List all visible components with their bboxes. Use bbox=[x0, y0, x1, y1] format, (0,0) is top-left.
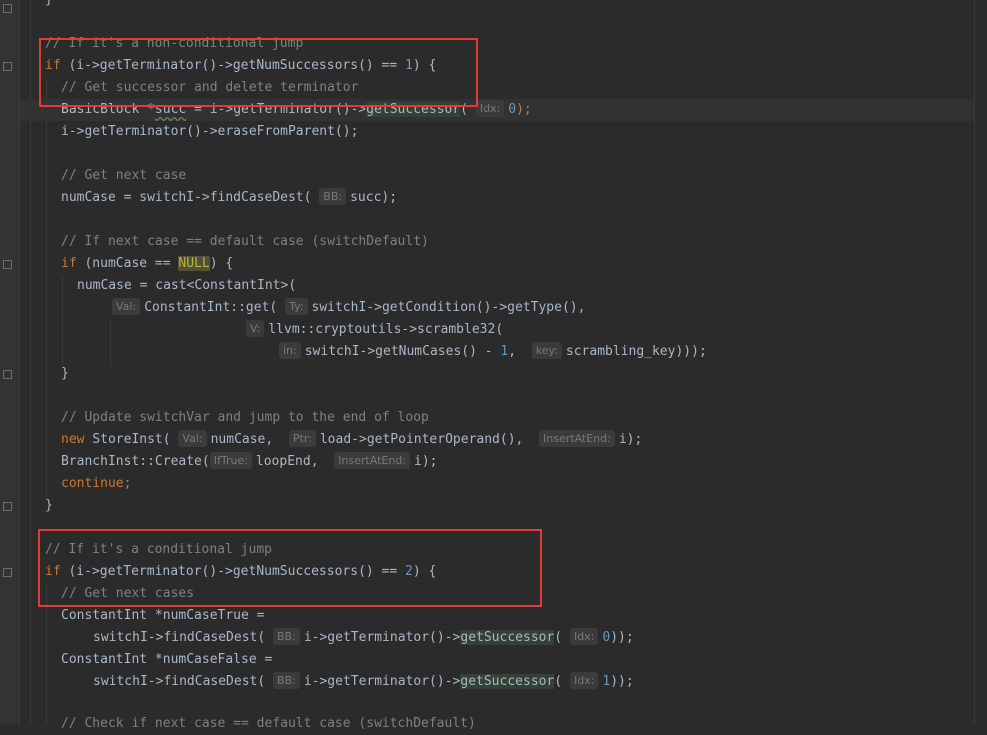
code-line[interactable]: Val: ConstantInt::get( Ty: switchI->getCon… bbox=[112, 297, 585, 319]
code-line[interactable]: BranchInst::Create(IfTrue: loopEnd, Inser… bbox=[61, 451, 437, 473]
indent-guide bbox=[62, 276, 63, 366]
parameter-hint: V: bbox=[246, 320, 265, 337]
keyword: new bbox=[61, 432, 85, 447]
parameter-hint: key: bbox=[531, 342, 562, 359]
parameter-hint: Ptr: bbox=[288, 430, 316, 447]
code-line[interactable]: numCase = switchI->findCaseDest( BB: succ… bbox=[61, 187, 397, 209]
parameter-hint: Idx: bbox=[569, 672, 599, 689]
annotation-highlight-box bbox=[39, 38, 478, 107]
code-line[interactable]: switchI->findCaseDest( BB: i->getTerminat… bbox=[93, 671, 634, 693]
function-name: getSuccessor bbox=[460, 630, 555, 645]
code-line[interactable]: V: llvm::cryptoutils->scramble32( bbox=[246, 319, 503, 341]
code-text: numCase = cast<ConstantInt>( bbox=[77, 278, 297, 293]
null-literal: NULL bbox=[178, 256, 210, 271]
fold-icon[interactable] bbox=[3, 502, 12, 511]
fold-icon[interactable] bbox=[3, 4, 12, 13]
indent-guide bbox=[110, 320, 111, 366]
code-line[interactable]: if (numCase == NULL) { bbox=[61, 253, 233, 275]
code-text: loopEnd, bbox=[255, 454, 327, 469]
code-line[interactable]: numCase = cast<ConstantInt>( bbox=[77, 275, 296, 297]
code-text: i->getTerminator()-> bbox=[303, 674, 461, 689]
code-comment[interactable]: // Update switchVar and jump to the end … bbox=[61, 407, 429, 429]
parameter-hint: IfTrue: bbox=[209, 452, 252, 469]
code-comment[interactable]: // Get next case bbox=[61, 165, 186, 187]
code-text: ( bbox=[554, 674, 563, 689]
code-line[interactable]: in: switchI->getNumCases() - 1, key: scram… bbox=[279, 341, 707, 363]
code-line[interactable]: } bbox=[45, 495, 53, 517]
code-line[interactable]: switchI->findCaseDest( BB: i->getTerminat… bbox=[93, 627, 634, 649]
code-line[interactable]: } bbox=[45, 0, 53, 11]
code-text: scrambling_key))); bbox=[565, 344, 707, 359]
code-text: ( bbox=[554, 630, 563, 645]
editor-gutter bbox=[0, 0, 20, 724]
code-text: i->getTerminator()->eraseFromParent(); bbox=[61, 124, 359, 139]
parameter-hint: Idx: bbox=[569, 628, 599, 645]
code-line[interactable]: i->getTerminator()->eraseFromParent(); bbox=[61, 121, 358, 143]
code-text: ); bbox=[516, 102, 532, 117]
code-line[interactable]: continue; bbox=[61, 473, 131, 495]
code-text: switchI->findCaseDest( bbox=[93, 674, 266, 689]
code-text: numCase, bbox=[210, 432, 282, 447]
function-name: getSuccessor bbox=[460, 674, 555, 689]
parameter-hint: Idx: bbox=[475, 100, 505, 117]
code-text: llvm::cryptoutils->scramble32( bbox=[268, 322, 504, 337]
parameter-hint: BB: bbox=[273, 672, 300, 689]
code-text: ) { bbox=[209, 256, 234, 271]
parameter-hint: InsertAtEnd: bbox=[539, 430, 615, 447]
code-comment[interactable]: // Check if next case == default case (s… bbox=[61, 713, 476, 735]
code-text: StoreInst( bbox=[84, 432, 171, 447]
code-text: )); bbox=[610, 630, 634, 645]
fold-icon[interactable] bbox=[3, 62, 12, 71]
parameter-hint: BB: bbox=[273, 628, 300, 645]
code-line[interactable]: ConstantInt *numCaseTrue = bbox=[61, 605, 265, 627]
annotation-highlight-box bbox=[38, 529, 542, 607]
fold-icon[interactable] bbox=[3, 370, 12, 379]
code-line[interactable]: } bbox=[61, 363, 69, 385]
code-text: switchI->getCondition()->getType(), bbox=[311, 300, 586, 315]
code-text: , bbox=[508, 344, 524, 359]
parameter-hint: InsertAtEnd: bbox=[334, 452, 410, 469]
indent-guide bbox=[46, 78, 47, 498]
parameter-hint: BB: bbox=[319, 188, 347, 205]
code-text: i); bbox=[618, 432, 643, 447]
code-text: load->getPointerOperand(), bbox=[319, 432, 532, 447]
code-text: )); bbox=[610, 674, 634, 689]
parameter-hint: Val: bbox=[178, 430, 207, 447]
code-text: numCase = switchI->findCaseDest( bbox=[61, 190, 312, 205]
code-text: BranchInst::Create( bbox=[61, 454, 210, 469]
code-line[interactable]: ConstantInt *numCaseFalse = bbox=[61, 649, 272, 671]
parameter-hint: in: bbox=[279, 342, 301, 359]
code-text: ConstantInt::get( bbox=[144, 300, 278, 315]
keyword: if bbox=[61, 256, 77, 271]
code-line[interactable]: new StoreInst( Val: numCase, Ptr: load->ge… bbox=[61, 429, 642, 451]
code-text: i); bbox=[414, 454, 438, 469]
code-text: switchI->findCaseDest( bbox=[93, 630, 266, 645]
code-text: switchI->getNumCases() - bbox=[304, 344, 501, 359]
fold-icon[interactable] bbox=[3, 260, 12, 269]
code-text: (numCase == bbox=[76, 256, 179, 271]
code-comment[interactable]: // If next case == default case (switchD… bbox=[61, 231, 429, 253]
parameter-hint: Val: bbox=[112, 298, 141, 315]
vertical-scrollbar[interactable] bbox=[974, 0, 987, 724]
code-text: succ); bbox=[350, 190, 398, 205]
fold-icon[interactable] bbox=[3, 568, 12, 577]
code-text: i->getTerminator()-> bbox=[303, 630, 461, 645]
parameter-hint: Ty: bbox=[285, 298, 308, 315]
number-literal: 0 bbox=[508, 102, 517, 117]
